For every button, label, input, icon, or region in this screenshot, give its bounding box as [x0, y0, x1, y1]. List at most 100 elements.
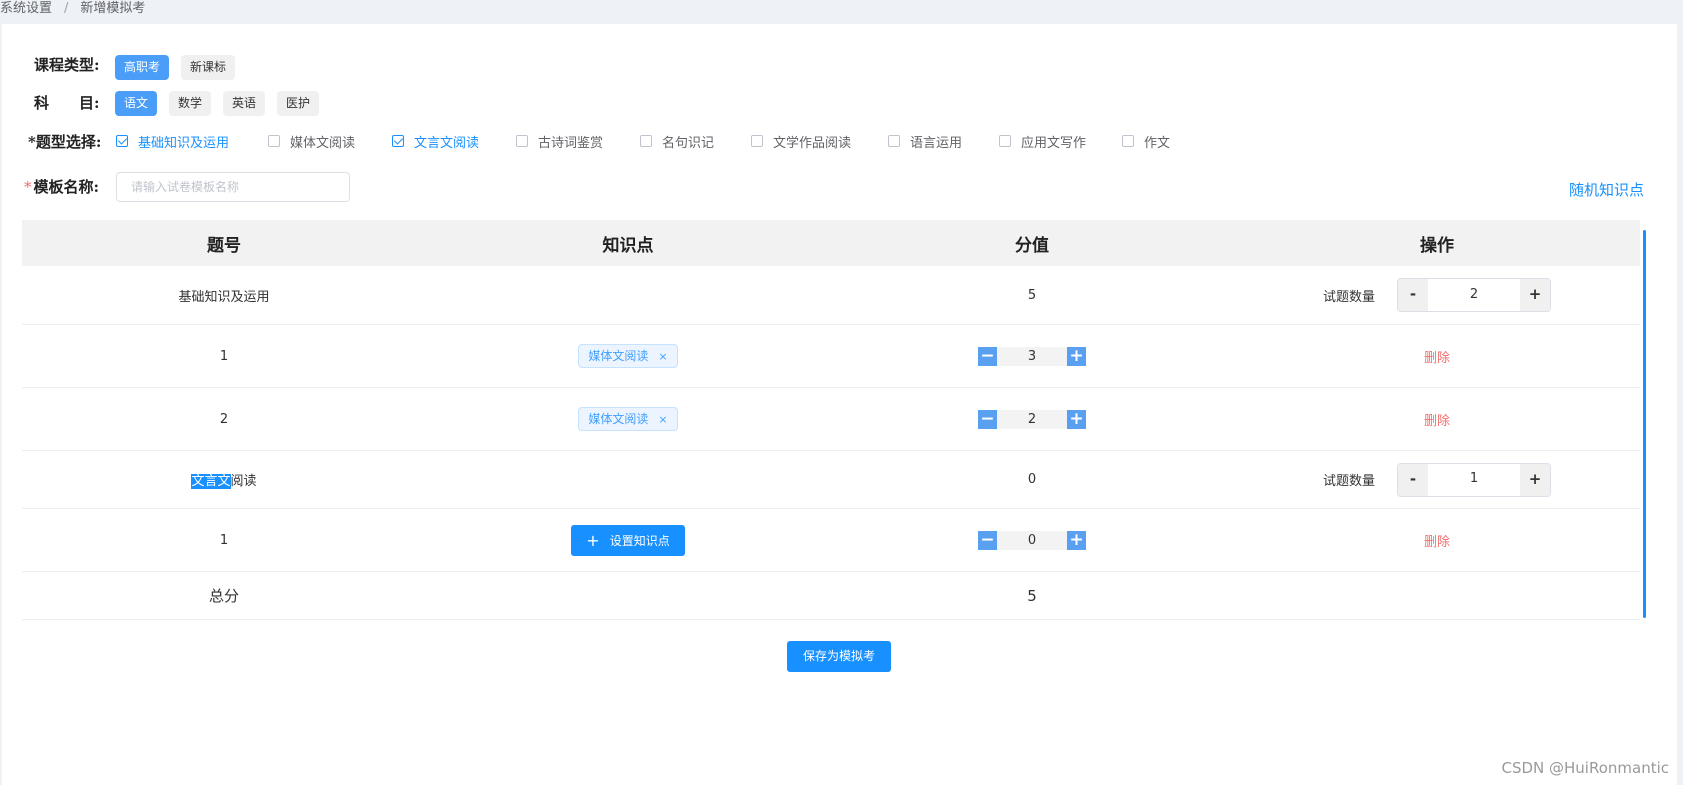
question-type-label: *题型选择:: [28, 133, 102, 151]
section-title: 文言文阅读: [22, 470, 426, 489]
breadcrumb: 系统设置 / 新增模拟考: [0, 0, 145, 22]
checkbox-icon: [640, 135, 652, 147]
set-knowledge-point-button[interactable]: + 设置知识点: [571, 524, 685, 556]
header-score: 分值: [1015, 235, 1049, 256]
checkbox-label: 媒体文阅读: [290, 135, 356, 151]
count-increment-button[interactable]: +: [1520, 463, 1550, 496]
score-minus-icon[interactable]: −: [978, 409, 997, 429]
question-count-control: 试题数量 - +: [1323, 278, 1551, 312]
question-type-checkbox-basic[interactable]: 基础知识及运用: [116, 132, 230, 151]
question-type-checkbox-essay[interactable]: 作文: [1122, 132, 1171, 151]
template-name-input[interactable]: [116, 172, 350, 202]
table-scrollbar[interactable]: [1643, 230, 1646, 618]
checkbox-icon: [1122, 135, 1134, 147]
tag-label: 媒体文阅读: [588, 349, 649, 363]
total-value: 5: [1027, 586, 1037, 605]
section-title: 基础知识及运用: [178, 289, 270, 305]
checkbox-label: 作文: [1144, 135, 1171, 151]
template-name-label: * 模板名称:: [24, 176, 99, 197]
question-type-checkbox-literature[interactable]: 文学作品阅读: [751, 132, 851, 151]
knowledge-point-tag: 媒体文阅读 ×: [578, 407, 678, 431]
course-type-chip-gaozhikao[interactable]: 高职考: [115, 55, 170, 80]
section-score: 0: [1027, 472, 1037, 487]
knowledge-point-tag: 媒体文阅读 ×: [578, 344, 678, 368]
checkbox-checked-icon: [116, 135, 128, 147]
total-label: 总分: [208, 587, 239, 605]
checkbox-label: 古诗词鉴赏: [538, 135, 604, 151]
subject-chip-english[interactable]: 英语: [223, 91, 266, 116]
tag-close-icon[interactable]: ×: [658, 350, 667, 363]
question-type-checkbox-poetry[interactable]: 古诗词鉴赏: [516, 132, 604, 151]
checkbox-label: 语言运用: [910, 135, 963, 151]
delete-button[interactable]: 删除: [1424, 351, 1450, 366]
score-stepper: − +: [978, 346, 1086, 366]
delete-button[interactable]: 删除: [1424, 535, 1450, 550]
question-type-checkbox-practical-writing[interactable]: 应用文写作: [999, 132, 1087, 151]
checkbox-icon: [516, 135, 528, 147]
score-input[interactable]: [997, 530, 1067, 550]
subject-chip-math[interactable]: 数学: [169, 91, 212, 116]
count-decrement-button[interactable]: -: [1398, 463, 1428, 496]
score-input[interactable]: [997, 409, 1067, 429]
checkbox-label: 名句识记: [662, 135, 715, 151]
checkbox-icon: [268, 135, 280, 147]
random-knowledge-point-link[interactable]: 随机知识点: [1569, 179, 1644, 200]
score-minus-icon[interactable]: −: [978, 530, 997, 550]
header-question-no: 题号: [207, 235, 241, 256]
count-decrement-button[interactable]: -: [1398, 279, 1428, 311]
score-plus-icon[interactable]: +: [1067, 530, 1086, 550]
score-stepper: − +: [978, 409, 1086, 429]
table-header: 题号 知识点 分值 操作: [22, 220, 1640, 266]
question-table: 题号 知识点 分值 操作 基础知识及运用 5 试题数量 - + 1 媒体文阅读 ×: [22, 220, 1640, 620]
button-label: 设置知识点: [609, 533, 670, 548]
table-row: 1 媒体文阅读 × − + 删除: [22, 325, 1640, 388]
header-knowledge-point: 知识点: [602, 235, 654, 256]
checkbox-icon: [999, 135, 1011, 147]
question-type-checkbox-classical[interactable]: 文言文阅读: [392, 132, 480, 151]
score-plus-icon[interactable]: +: [1067, 346, 1086, 366]
score-minus-icon[interactable]: −: [978, 346, 997, 366]
plus-icon: +: [586, 530, 600, 550]
required-mark: *: [24, 178, 32, 196]
breadcrumb-item-system-settings[interactable]: 系统设置: [0, 1, 52, 16]
tag-close-icon[interactable]: ×: [658, 413, 667, 426]
checkbox-label: 基础知识及运用: [138, 135, 230, 151]
question-type-checkbox-language[interactable]: 语言运用: [888, 132, 963, 151]
course-type-label: 课程类型:: [34, 56, 100, 74]
section-title-rest-text: 阅读: [230, 474, 257, 489]
total-row: 总分 5: [22, 572, 1640, 620]
question-count-label: 试题数量: [1322, 474, 1375, 489]
breadcrumb-separator: /: [64, 1, 69, 16]
breadcrumb-item-new-mock-exam: 新增模拟考: [80, 1, 146, 16]
checkbox-label: 文言文阅读: [414, 135, 480, 151]
checkbox-checked-icon: [392, 135, 404, 147]
score-input[interactable]: [997, 346, 1067, 366]
score-stepper: − +: [978, 530, 1086, 550]
save-as-mock-exam-button[interactable]: 保存为模拟考: [787, 641, 891, 672]
watermark: CSDN @HuiRonmantic: [1501, 759, 1669, 777]
question-type-checkbox-media[interactable]: 媒体文阅读: [268, 132, 356, 151]
question-count-label: 试题数量: [1322, 289, 1375, 305]
section-title-selected-text: 文言文: [191, 474, 231, 489]
question-count-input[interactable]: [1428, 463, 1520, 494]
question-number: 1: [219, 532, 229, 548]
checkbox-label: 应用文写作: [1021, 135, 1087, 151]
question-number: 1: [219, 348, 229, 364]
subject-label: 科 目:: [34, 94, 100, 112]
header-operation: 操作: [1420, 235, 1454, 256]
question-count-input[interactable]: [1428, 279, 1520, 309]
course-type-chip-xinkebiao[interactable]: 新课标: [181, 55, 236, 80]
count-increment-button[interactable]: +: [1520, 279, 1550, 311]
question-count-control: 试题数量 - +: [1322, 462, 1551, 497]
section-row-classical: 文言文阅读 0 试题数量 - +: [22, 451, 1640, 509]
checkbox-icon: [751, 135, 763, 147]
question-number: 2: [219, 411, 229, 427]
template-name-label-text: 模板名称:: [33, 178, 100, 196]
score-plus-icon[interactable]: +: [1067, 409, 1086, 429]
tag-label: 媒体文阅读: [588, 412, 649, 426]
question-type-checkbox-quotes[interactable]: 名句识记: [640, 132, 715, 151]
subject-chip-chinese[interactable]: 语文: [115, 91, 158, 116]
delete-button[interactable]: 删除: [1424, 414, 1450, 429]
subject-chip-nursing[interactable]: 医护: [277, 91, 320, 116]
table-row: 1 + 设置知识点 − + 删除: [22, 509, 1640, 572]
